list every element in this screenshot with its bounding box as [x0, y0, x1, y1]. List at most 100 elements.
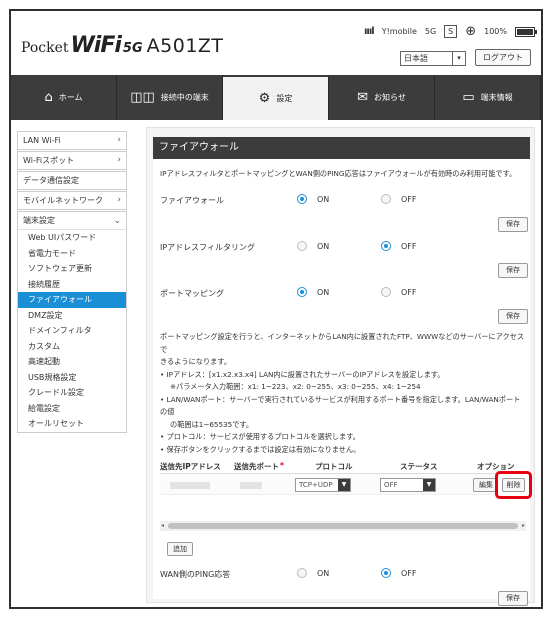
radio-selected-icon — [381, 568, 391, 578]
note-line: の範囲は1~65535です。 — [170, 419, 254, 429]
sidebar-item-lan-wifi[interactable]: LAN Wi-Fi › — [17, 131, 127, 150]
delete-button[interactable]: 削除 — [502, 478, 525, 492]
status-bar: ıııl Y!mobile 5G S ⊕ 100% — [363, 24, 537, 39]
sidebar-sub-connection-history[interactable]: 接続履歴 — [18, 277, 126, 293]
ping-save-button[interactable]: 保存 — [498, 591, 528, 606]
nav-devices[interactable]: ◫◫ 接続中の端末 — [117, 75, 223, 120]
sidebar-group-device-settings: 端末設定 ⌄ Web UIパスワード 省電力モード ソフトウェア更新 接続履歴 … — [17, 211, 127, 433]
radio-label: OFF — [401, 241, 417, 251]
status-select[interactable]: OFF ▼ — [380, 478, 436, 492]
ping-label: WAN側のPING応答 — [160, 570, 231, 579]
portmap-label: ポートマッピング — [160, 289, 224, 298]
radio-label: ON — [317, 241, 330, 251]
intro-text: IPアドレスフィルタとポートマッピングとWAN側のPING応答はファイアウォール… — [160, 169, 517, 178]
signal-icon: ıııl — [363, 26, 375, 37]
sidebar-item-wifi-spot[interactable]: Wi-Fiスポット › — [17, 151, 127, 170]
carrier-label: Y!mobile — [381, 27, 417, 36]
battery-label: 100% — [484, 27, 507, 36]
logo-model: A501ZT — [146, 35, 224, 57]
language-value: 日本語 — [404, 54, 428, 63]
ping-on-radio[interactable]: ON — [297, 568, 329, 578]
home-icon: ⌂ — [44, 90, 53, 105]
logo: Pocket WiFi 5G A501ZT — [21, 33, 224, 58]
sidebar-sub-custom[interactable]: カスタム — [18, 339, 126, 355]
radio-label: OFF — [401, 568, 417, 578]
nav-label: ホーム — [58, 93, 83, 102]
nav-settings[interactable]: ⚙ 設定 — [223, 75, 329, 120]
globe-icon: ⊕ — [465, 24, 477, 39]
protocol-select[interactable]: TCP+UDP ▼ — [295, 478, 351, 492]
ipfilter-on-radio[interactable]: ON — [297, 241, 329, 251]
page-title: ファイアウォール — [153, 137, 530, 159]
sidebar-item-data-settings[interactable]: データ通信設定 — [17, 171, 127, 190]
note-line: • 保存ボタンをクリックするまでは設定は有効になりません。 — [160, 444, 361, 454]
sidebar-sub-power-supply[interactable]: 給電設定 — [18, 401, 126, 417]
ipfilter-label: IPアドレスフィルタリング — [160, 243, 256, 252]
settings-panel: IPアドレスフィルタとポートマッピングとWAN側のPING応答はファイアウォール… — [153, 159, 532, 606]
sidebar-item-label: モバイルネットワーク — [23, 196, 103, 205]
logo-5g: 5G — [122, 41, 143, 56]
ipfilter-off-radio[interactable]: OFF — [381, 241, 417, 251]
note-line: ※パラメータ入力範囲：x1: 1~223、x2: 0~255、x3: 0~255… — [170, 382, 421, 391]
chevron-down-icon: ▾ — [452, 52, 465, 65]
add-button[interactable]: 追加 — [167, 542, 193, 556]
firewall-save-button[interactable]: 保存 — [498, 217, 528, 232]
gear-icon: ⚙ — [258, 91, 271, 106]
language-select[interactable]: 日本語 ▾ — [400, 51, 466, 66]
logout-button[interactable]: ログアウト — [475, 49, 531, 66]
sidebar-sub-cradle[interactable]: クレードル設定 — [18, 385, 126, 401]
sidebar-sub-dmz[interactable]: DMZ設定 — [18, 308, 126, 324]
chevron-down-icon: ⌄ — [113, 216, 121, 226]
portmap-save-button[interactable]: 保存 — [498, 309, 528, 324]
scrollbar-thumb[interactable] — [168, 523, 518, 529]
sidebar-item-label: データ通信設定 — [23, 176, 79, 185]
sidebar-sub-software-update[interactable]: ソフトウェア更新 — [18, 261, 126, 277]
col-dest-port: 送信先ポート — [234, 462, 279, 471]
horizontal-scrollbar[interactable]: ◂ ▸ — [160, 521, 526, 531]
portmap-off-radio[interactable]: OFF — [381, 287, 417, 297]
ping-off-radio[interactable]: OFF — [381, 568, 417, 578]
devices-icon: ◫◫ — [130, 90, 155, 105]
col-status: ステータス — [400, 462, 438, 471]
browser-frame: Pocket WiFi 5G A501ZT ıııl Y!mobile 5G S… — [9, 9, 543, 609]
chevron-down-icon: ▼ — [423, 479, 435, 491]
table-header: 送信先IPアドレス 送信先ポート * プロトコル ステータス オプション — [160, 459, 526, 473]
nav-notices[interactable]: ✉ お知らせ — [329, 75, 435, 120]
radio-selected-icon — [381, 241, 391, 251]
nav-label: お知らせ — [374, 93, 406, 102]
sidebar-item-label: Wi-Fiスポット — [23, 156, 75, 165]
col-dest-ip: 送信先IPアドレス — [160, 462, 221, 471]
scroll-right-icon[interactable]: ▸ — [522, 521, 525, 531]
battery-icon — [515, 26, 537, 37]
sidebar-sub-webui-password[interactable]: Web UIパスワード — [18, 230, 126, 246]
radio-icon — [297, 241, 307, 251]
protocol-value: TCP+UDP — [299, 481, 333, 489]
radio-selected-icon — [297, 287, 307, 297]
required-mark: * — [280, 461, 284, 470]
portmap-on-radio[interactable]: ON — [297, 287, 329, 297]
sidebar-sub-fast-boot[interactable]: 高速起動 — [18, 354, 126, 370]
logo-wifi: WiFi — [70, 33, 122, 58]
radio-label: OFF — [401, 194, 417, 204]
device-icon: ▭ — [462, 90, 475, 105]
radio-icon — [381, 287, 391, 297]
sidebar-sub-usb-standard[interactable]: USB規格設定 — [18, 370, 126, 386]
status-value: OFF — [384, 481, 398, 489]
nav-home[interactable]: ⌂ ホーム — [11, 75, 117, 120]
sidebar-item-mobile-network[interactable]: モバイルネットワーク › — [17, 191, 127, 210]
chevron-right-icon: › — [117, 135, 121, 145]
sidebar-sub-domain-filter[interactable]: ドメインフィルタ — [18, 323, 126, 339]
nav-label: 設定 — [276, 94, 293, 103]
firewall-off-radio[interactable]: OFF — [381, 194, 417, 204]
note-line: きるようになります。 — [160, 357, 232, 366]
sidebar-sub-firewall[interactable]: ファイアウォール — [18, 292, 126, 308]
delete-highlight: 削除 — [495, 471, 532, 499]
nav-device-info[interactable]: ▭ 端末情報 — [435, 75, 541, 120]
ipfilter-save-button[interactable]: 保存 — [498, 263, 528, 278]
sidebar-sub-all-reset[interactable]: オールリセット — [18, 416, 126, 432]
sidebar-group-header[interactable]: 端末設定 ⌄ — [18, 212, 126, 230]
scroll-left-icon[interactable]: ◂ — [161, 521, 164, 531]
sidebar-sub-power-saving[interactable]: 省電力モード — [18, 246, 126, 262]
firewall-on-radio[interactable]: ON — [297, 194, 329, 204]
radio-label: ON — [317, 568, 330, 578]
